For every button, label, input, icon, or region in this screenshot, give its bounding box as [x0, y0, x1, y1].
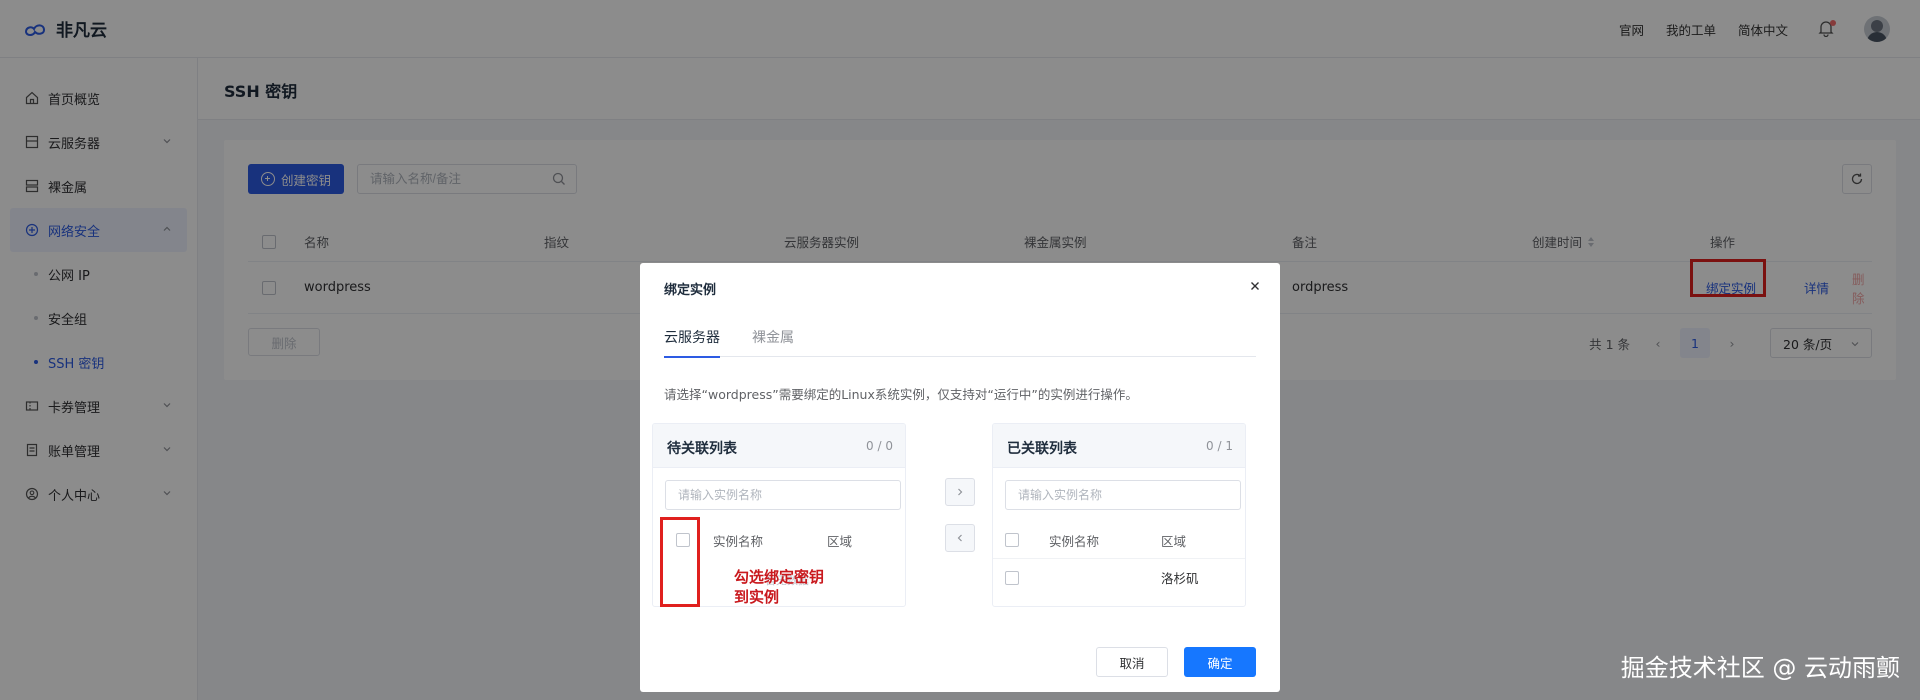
panel-header: 待关联列表 0 / 0 [653, 424, 905, 468]
linked-list-panel: 已关联列表 0 / 1 实例名称 区域 洛杉矶 [992, 423, 1246, 607]
col-instance-name: 实例名称 [713, 533, 764, 549]
linked-search-input[interactable] [1005, 480, 1241, 510]
dialog-tip: 请选择“wordpress”需要绑定的Linux系统实例，仅支持对“运行中”的实… [664, 387, 1138, 402]
col-region: 区域 [827, 533, 853, 549]
dialog-tabs: 云服务器 裸金属 [664, 327, 1256, 358]
right-select-all-checkbox[interactable] [1005, 522, 1019, 558]
instance-region: 洛杉矶 [1161, 571, 1199, 586]
highlight-box-checkbox [660, 517, 700, 607]
panel-count: 0 / 0 [866, 439, 893, 453]
cancel-button[interactable]: 取消 [1096, 647, 1168, 677]
watermark: 掘金技术社区 @ 云动雨颤 [1620, 654, 1900, 682]
panel-count: 0 / 1 [1206, 439, 1233, 453]
bind-instance-dialog: 绑定实例 云服务器 裸金属 请选择“wordpress”需要绑定的Linux系统… [640, 263, 1280, 692]
chevron-right-icon [958, 488, 963, 496]
tab-baremetal[interactable]: 裸金属 [752, 327, 794, 357]
dialog-title: 绑定实例 [664, 283, 717, 298]
confirm-button[interactable]: 确定 [1184, 647, 1256, 677]
close-icon[interactable] [1248, 279, 1262, 293]
panel-title: 待关联列表 [667, 441, 737, 457]
row-checkbox[interactable] [1005, 559, 1019, 596]
panel-table-header: 实例名称 区域 [993, 522, 1245, 558]
list-item: 洛杉矶 [993, 558, 1245, 596]
panel-header: 已关联列表 0 / 1 [993, 424, 1245, 468]
move-right-button[interactable] [945, 478, 975, 506]
col-instance-name: 实例名称 [1049, 533, 1100, 549]
tab-cloud-server[interactable]: 云服务器 [664, 327, 720, 358]
annotation-note: 勾选绑定密钥 到实例 [734, 567, 854, 607]
col-region: 区域 [1161, 533, 1187, 549]
unlinked-search-input[interactable] [665, 480, 901, 510]
annotation-line-1: 勾选绑定密钥 [734, 568, 825, 586]
move-left-button[interactable] [945, 524, 975, 552]
annotation-line-2: 到实例 [734, 588, 780, 606]
chevron-left-icon [957, 534, 962, 542]
panel-title: 已关联列表 [1007, 441, 1077, 457]
